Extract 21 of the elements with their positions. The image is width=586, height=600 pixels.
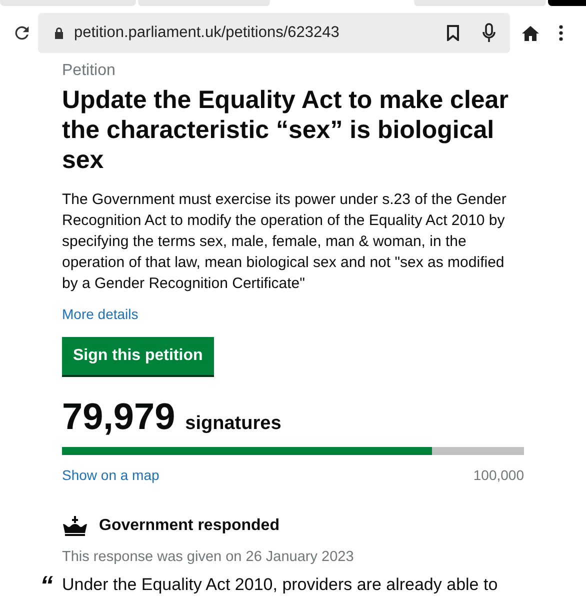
url-text: petition.parliament.uk/petitions/623243 (74, 23, 340, 44)
microphone-icon[interactable] (482, 23, 496, 43)
address-bar[interactable]: petition.parliament.uk/petitions/623243 (38, 13, 510, 53)
bookmark-icon[interactable] (447, 25, 459, 41)
page-kicker: Petition (62, 61, 116, 81)
home-icon[interactable] (522, 26, 539, 40)
signature-count: 79,979 (62, 397, 176, 437)
signature-label: signatures (185, 412, 282, 436)
petition-summary: The Government must exercise its power under s.23 of the Gender Recognition Act to modify the operation of the Equality Act 2010 by specifying the terms sex, male, female, man & woman, in the operation of that law, mean biological sex and not "sex as modified by a Gender Recognition Certificate" (62, 190, 508, 294)
response-heading: Government responded (99, 516, 280, 536)
crown-icon (62, 516, 88, 536)
lock-icon (54, 27, 64, 39)
sign-petition-button[interactable]: Sign this petition (62, 337, 214, 375)
quote-mark: “ (40, 572, 53, 598)
more-details-link[interactable]: More details (62, 304, 138, 324)
target-count: 100,000 (473, 466, 524, 484)
response-date: This response was given on 26 January 2023 (62, 548, 355, 566)
map-link[interactable]: Show on a map (62, 466, 160, 484)
petition-title: Update the Equality Act to make clear the characteristic “sex” is biological sex (62, 85, 510, 175)
response-text: Under the Equality Act 2010, providers are already able to (62, 574, 499, 596)
menu-icon[interactable] (559, 25, 563, 41)
